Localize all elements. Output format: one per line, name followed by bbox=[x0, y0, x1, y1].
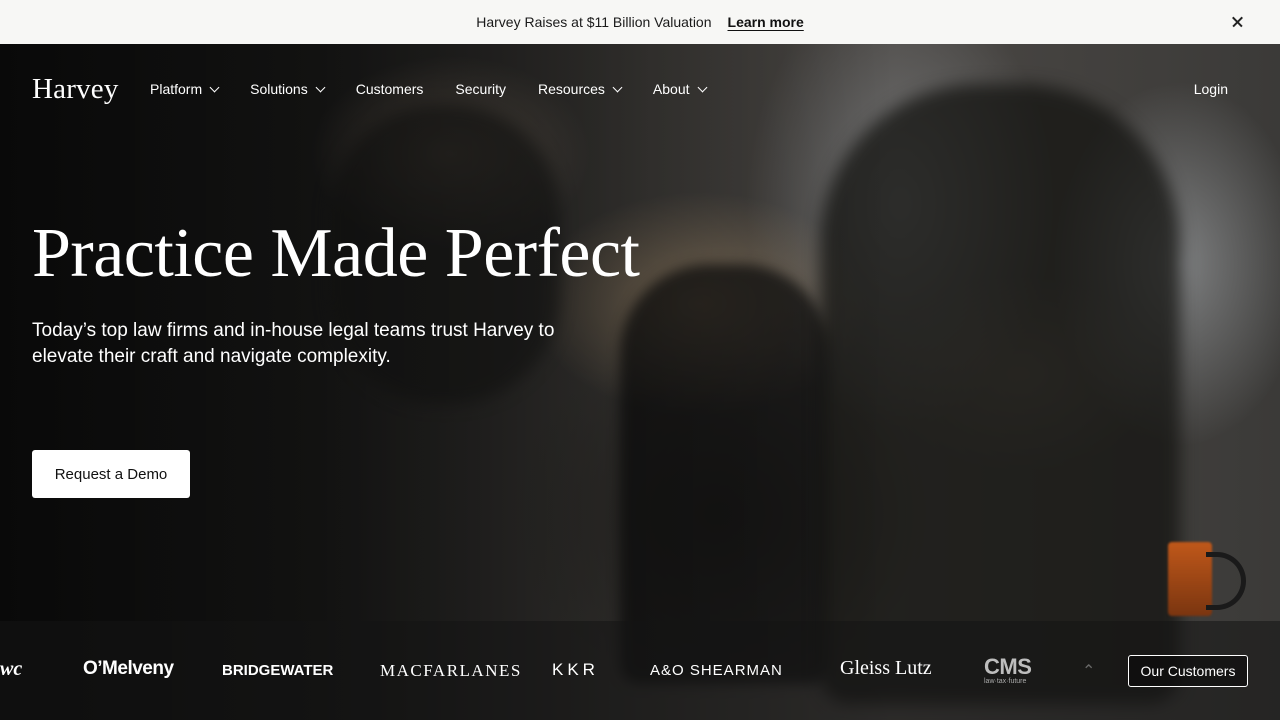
our-customers-button[interactable]: Our Customers bbox=[1128, 655, 1248, 687]
chevron-down-icon bbox=[697, 82, 707, 92]
nav-item-label: About bbox=[652, 81, 690, 97]
pwc-logo: wc bbox=[0, 658, 23, 680]
nav-item-platform[interactable]: Platform bbox=[150, 81, 220, 97]
harvey-logo[interactable]: Harvey bbox=[32, 73, 119, 106]
chevron-down-icon bbox=[315, 82, 326, 92]
faded-logo: ⌃ bbox=[1082, 663, 1096, 680]
hero-overlay bbox=[0, 44, 1280, 720]
nav-item-label: Platform bbox=[150, 81, 203, 97]
hero-headline: Practice Made Perfect bbox=[32, 215, 640, 292]
nav-item-label: Security bbox=[455, 81, 506, 97]
kkr-logo: KKR bbox=[552, 660, 599, 679]
cms-logo-tagline: law·tax·future bbox=[984, 678, 1027, 685]
learn-more-link[interactable]: Learn more bbox=[728, 14, 804, 30]
chevron-down-icon bbox=[209, 82, 220, 92]
nav-item-customers[interactable]: Customers bbox=[356, 81, 424, 97]
announcement-message: Harvey Raises at $11 Billion Valuation bbox=[476, 14, 712, 30]
cms-logo: CMS law·tax·future bbox=[984, 654, 1032, 686]
nav-item-security[interactable]: Security bbox=[455, 81, 506, 97]
customer-logo-strip: wc O’Melveny BRIDGEWATER MACFARLANES KKR… bbox=[0, 621, 1280, 720]
cms-logo-wordmark: CMS bbox=[984, 654, 1032, 679]
nav-item-about[interactable]: About bbox=[652, 81, 707, 97]
login-link[interactable]: Login bbox=[1194, 81, 1228, 97]
bridgewater-logo: BRIDGEWATER bbox=[222, 662, 334, 679]
announcement-bar: Harvey Raises at $11 Billion Valuation L… bbox=[0, 0, 1280, 44]
close-icon[interactable] bbox=[1228, 12, 1248, 32]
hero-subheadline: Today’s top law firms and in-house legal… bbox=[32, 320, 555, 367]
request-demo-button[interactable]: Request a Demo bbox=[32, 450, 190, 498]
ao-shearman-logo: A&O SHEARMAN bbox=[650, 662, 783, 679]
chevron-down-icon bbox=[612, 82, 623, 92]
macfarlanes-logo: MACFARLANES bbox=[380, 661, 522, 680]
nav-menu: Platform Solutions Customers Security Re… bbox=[150, 81, 738, 97]
nav-item-label: Customers bbox=[355, 81, 424, 97]
gleiss-lutz-logo: Gleiss Lutz bbox=[840, 657, 932, 679]
hero-section: Harvey Platform Solutions Customers Secu… bbox=[0, 44, 1280, 720]
nav-item-solutions[interactable]: Solutions bbox=[250, 81, 326, 97]
nav-item-label: Solutions bbox=[250, 81, 308, 97]
nav-item-label: Resources bbox=[537, 81, 605, 97]
nav-item-resources[interactable]: Resources bbox=[537, 81, 623, 97]
omelveny-logo: O’Melveny bbox=[83, 658, 174, 679]
main-nav: Harvey Platform Solutions Customers Secu… bbox=[0, 44, 1280, 134]
